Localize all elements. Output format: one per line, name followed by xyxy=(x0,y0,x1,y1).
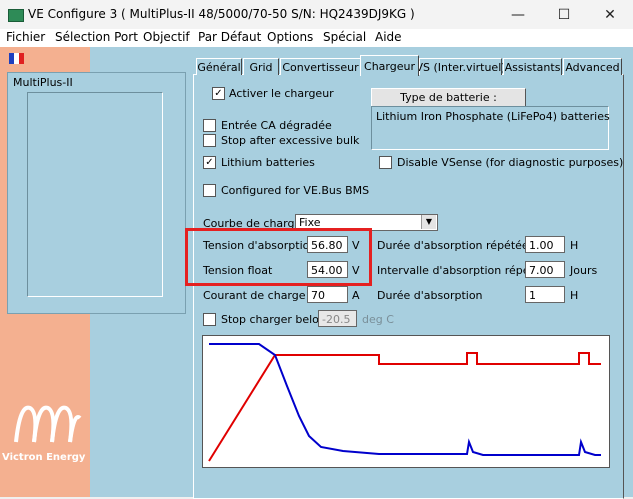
menu-options[interactable]: Options xyxy=(267,30,313,44)
ve-configure-app-icon xyxy=(8,9,24,22)
tab-general[interactable]: Général xyxy=(196,58,242,75)
charge-curve-graph xyxy=(208,343,601,462)
absorption-time-unit: H xyxy=(570,289,579,302)
menu-fichier[interactable]: Fichier xyxy=(6,30,45,44)
lithium-batteries-checkbox[interactable]: ✓ xyxy=(203,156,216,169)
tab-advanced[interactable]: Advanced xyxy=(563,58,622,75)
enable-charger-label: Activer le chargeur xyxy=(229,87,334,100)
device-image-box xyxy=(27,92,163,297)
lithium-batteries-label: Lithium batteries xyxy=(221,156,315,169)
charge-curve-chart xyxy=(202,335,610,468)
repeated-absorption-interval-input[interactable]: 7.00 xyxy=(525,261,565,278)
stop-below-input[interactable]: -20.5 xyxy=(318,310,357,327)
battery-type-button[interactable]: Type de batterie : xyxy=(371,88,526,107)
device-name[interactable]: MultiPlus-II xyxy=(13,76,73,89)
weak-ac-label: Entrée CA dégradée xyxy=(221,119,332,132)
victron-logo-icon xyxy=(14,405,82,443)
menu-objectif[interactable]: Objectif xyxy=(143,30,190,44)
tab-convertisseur[interactable]: Convertisseur xyxy=(280,58,361,75)
charge-current-unit: A xyxy=(352,289,360,302)
battery-type-value: Lithium Iron Phosphate (LiFePo4) batteri… xyxy=(376,110,610,123)
menu-aide[interactable]: Aide xyxy=(375,30,402,44)
menu-par-defaut[interactable]: Par Défaut xyxy=(198,30,261,44)
absorption-time-label: Durée d'absorption xyxy=(377,289,483,302)
charge-current-label: Courant de charge xyxy=(203,289,306,302)
repeated-absorption-interval-unit: Jours xyxy=(570,264,598,277)
highlight-box xyxy=(185,228,372,286)
repeated-absorption-interval-label: Intervalle d'absorption répétée xyxy=(377,264,548,277)
stop-below-label: Stop charger below xyxy=(221,313,328,326)
tab-chargeur[interactable]: Chargeur xyxy=(360,55,419,76)
repeated-absorption-time-input[interactable]: 1.00 xyxy=(525,236,565,253)
victron-logo-text: Victron Energy xyxy=(2,452,86,463)
menu-selection-port[interactable]: Sélection Port xyxy=(55,30,138,44)
vebus-bms-checkbox[interactable] xyxy=(203,184,216,197)
charge-current-input[interactable]: 70 xyxy=(307,286,348,303)
vebus-bms-label: Configured for VE.Bus BMS xyxy=(221,184,370,197)
window-title: VE Configure 3 ( MultiPlus-II 48/5000/70… xyxy=(28,7,415,21)
chevron-down-icon[interactable]: ▼ xyxy=(421,215,436,229)
stop-below-checkbox[interactable] xyxy=(203,313,216,326)
tab-vs-inter-virtuel[interactable]: VS (Inter.virtuel) xyxy=(415,58,506,75)
minimize-button[interactable]: — xyxy=(495,0,541,29)
maximize-button[interactable]: ☐ xyxy=(541,0,587,29)
disable-vsense-checkbox[interactable] xyxy=(379,156,392,169)
weak-ac-checkbox[interactable] xyxy=(203,119,216,132)
tab-assistants[interactable]: Assistants xyxy=(503,58,562,75)
stop-bulk-checkbox[interactable] xyxy=(203,134,216,147)
menu-special[interactable]: Spécial xyxy=(323,30,366,44)
stop-below-unit: deg C xyxy=(362,313,394,326)
disable-vsense-label: Disable VSense (for diagnostic purposes) xyxy=(397,156,624,169)
french-flag-icon[interactable] xyxy=(9,53,24,64)
voltage-curve xyxy=(208,352,601,462)
repeated-absorption-time-label: Durée d'absorption répétée xyxy=(377,239,529,252)
enable-charger-checkbox[interactable]: ✓ xyxy=(212,87,225,100)
current-curve xyxy=(209,343,601,456)
absorption-time-input[interactable]: 1 xyxy=(525,286,565,303)
repeated-absorption-time-unit: H xyxy=(570,239,579,252)
stop-bulk-label: Stop after excessive bulk xyxy=(221,134,360,147)
tab-grid[interactable]: Grid xyxy=(243,58,279,75)
close-button[interactable]: ✕ xyxy=(587,0,633,29)
